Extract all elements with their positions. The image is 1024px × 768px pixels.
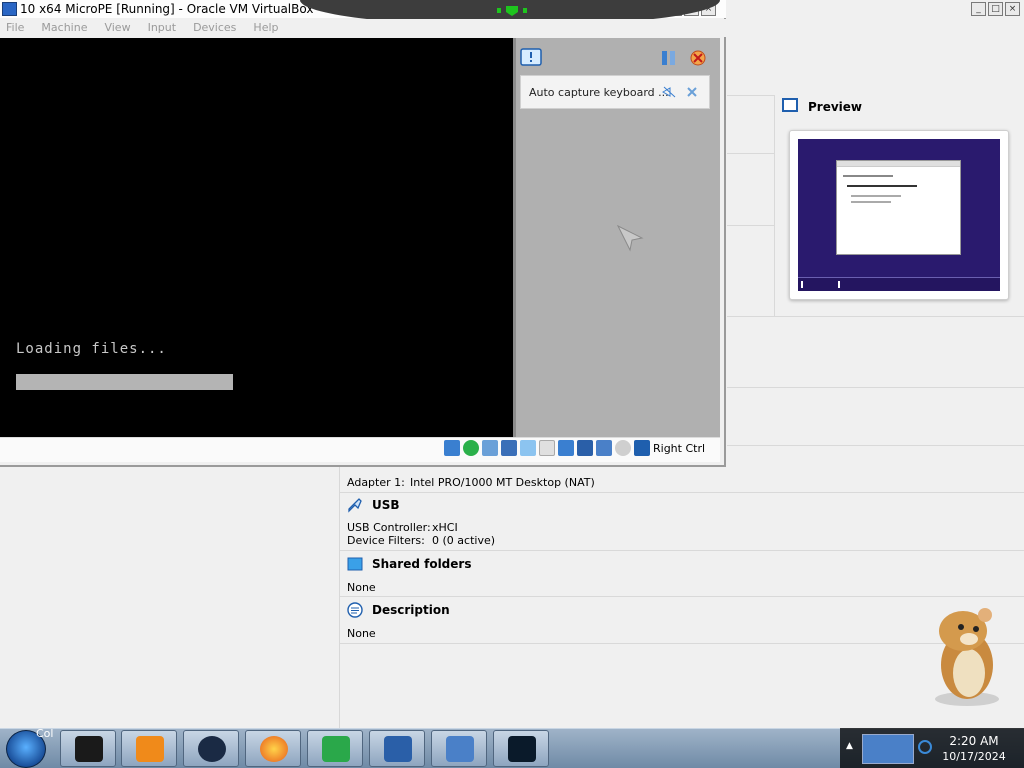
tray-vm-icon[interactable] (862, 734, 914, 764)
display-icon[interactable] (558, 440, 574, 456)
divider (340, 550, 1024, 551)
globe-icon (198, 736, 226, 762)
menu-devices[interactable]: Devices (193, 19, 236, 37)
divider (340, 596, 1024, 597)
usb-controller-label: USB Controller: (347, 521, 431, 534)
divider (727, 387, 1024, 388)
preview-taskbar (798, 277, 1000, 291)
mouse-pointer-icon (616, 224, 644, 252)
taskbar-vm[interactable] (431, 730, 487, 767)
usb-controller-value: xHCI (432, 521, 458, 534)
virtualbox-icon (384, 736, 412, 762)
hamster-desktop-pet[interactable] (921, 603, 1011, 709)
divider (340, 492, 1024, 493)
task-monitor-icon (508, 736, 536, 762)
download-manager-icon (322, 736, 350, 762)
pin-icon[interactable] (497, 6, 527, 16)
firefox-icon (260, 736, 288, 762)
clock-date[interactable]: 10/17/2024 (942, 750, 1006, 763)
loading-text: Loading files... (16, 341, 167, 357)
shared-folders-value: None (347, 581, 376, 594)
taskbar-dark-globe[interactable] (183, 730, 239, 767)
adapter-value: Intel PRO/1000 MT Desktop (NAT) (410, 476, 595, 489)
vm-statusbar (0, 437, 720, 462)
terminal-icon (75, 736, 103, 762)
usb-title: USB (372, 498, 400, 512)
maximize-button[interactable]: □ (988, 2, 1003, 16)
adapter-label: Adapter 1: (347, 476, 405, 489)
audio-icon[interactable] (482, 440, 498, 456)
description-value: None (347, 627, 376, 640)
loading-progress-bar (16, 374, 233, 390)
preview-setup-dialog (836, 160, 961, 255)
taskbar-terminal[interactable] (60, 730, 116, 767)
device-filters-label: Device Filters: (347, 534, 425, 547)
virtualbox-icon (2, 2, 17, 16)
network-icon[interactable] (501, 440, 517, 456)
folder-icon (347, 557, 363, 571)
divider (727, 445, 1024, 446)
minimize-button[interactable]: _ (971, 2, 986, 16)
close-notification-icon[interactable] (686, 86, 698, 98)
show-hidden-icons-icon[interactable]: ▲ (846, 741, 853, 751)
divider (727, 153, 775, 154)
taskbar-media-player[interactable] (121, 730, 177, 767)
start-overlay-text: Col (36, 727, 54, 740)
network-tray-icon[interactable] (918, 740, 932, 754)
manager-window-controls: _ □ × (971, 2, 1020, 16)
menu-view[interactable]: View (104, 19, 130, 37)
optical-drive-icon[interactable] (463, 440, 479, 456)
vm-window: 10 x64 MicroPE [Running] - Oracle VM Vir… (0, 0, 726, 467)
device-filters-value: 0 (0 active) (432, 534, 496, 547)
media-player-icon (136, 736, 164, 762)
host-key-label: Right Ctrl (653, 442, 706, 455)
vm-icon (446, 736, 474, 762)
divider (727, 95, 775, 96)
divider (727, 225, 775, 226)
virtualization-icon[interactable] (596, 440, 612, 456)
menu-file[interactable]: File (6, 19, 24, 37)
taskbar-task-monitor[interactable] (493, 730, 549, 767)
description-title: Description (372, 603, 450, 617)
mouse-integration-icon[interactable] (615, 440, 631, 456)
preview-title: Preview (808, 100, 863, 114)
vm-list-pane[interactable] (0, 466, 340, 728)
usb-status-icon[interactable] (520, 440, 536, 456)
monitor-icon (782, 98, 798, 112)
menu-machine[interactable]: Machine (41, 19, 87, 37)
notification-text: Auto capture keyboard ... (529, 86, 669, 99)
sort-icon[interactable] (660, 49, 678, 67)
usb-icon (348, 498, 362, 513)
menu-input[interactable]: Input (148, 19, 176, 37)
keyboard-capture-icon[interactable] (634, 440, 650, 456)
mute-notification-icon[interactable] (662, 86, 676, 98)
clock-time[interactable]: 2:20 AM (948, 734, 1000, 748)
hard-disk-icon[interactable] (444, 440, 460, 456)
shared-folders-status-icon[interactable] (539, 440, 555, 456)
vm-menubar: File Machine View Input Devices Help (0, 19, 726, 37)
clear-all-icon[interactable] (689, 49, 707, 67)
taskbar-virtualbox[interactable] (369, 730, 425, 767)
taskbar-firefox[interactable] (245, 730, 301, 767)
shared-folders-title: Shared folders (372, 557, 472, 571)
vm-window-title: 10 x64 MicroPE [Running] - Oracle VM Vir… (20, 2, 314, 16)
taskbar-download-manager[interactable] (307, 730, 363, 767)
video-capture-icon[interactable] (577, 440, 593, 456)
menu-help[interactable]: Help (253, 19, 278, 37)
notification-center-icon[interactable] (520, 48, 542, 68)
close-button[interactable]: × (1005, 2, 1020, 16)
description-icon (347, 602, 363, 618)
